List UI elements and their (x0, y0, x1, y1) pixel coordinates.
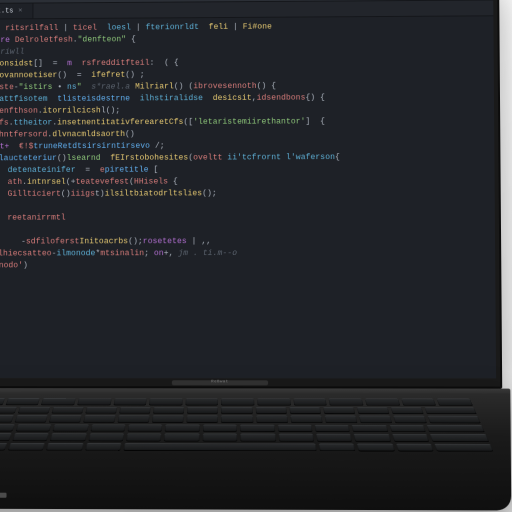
ports (0, 493, 16, 501)
keyboard (0, 398, 494, 451)
scene: Rosoalite Vilderitstloitdenosenls ⋯ riet… (0, 0, 512, 512)
editor-screen: Rosoalite Vilderitstloitdenosenls ⋯ riet… (0, 0, 496, 378)
code-area[interactable]: set ritsrilfall | ticel loesl | fterionr… (0, 16, 496, 378)
port-icon (0, 493, 7, 498)
editor-surface[interactable]: 123456789101112131415161718192021 set ri… (0, 16, 496, 378)
laptop-base (0, 388, 511, 510)
tab-label: rietriellt.ts (0, 7, 13, 15)
close-icon[interactable]: × (18, 7, 22, 15)
laptop: Rosoalite Vilderitstloitdenosenls ⋯ riet… (0, 0, 512, 512)
brand-label: ReBwat (172, 380, 268, 385)
screen-bezel: Rosoalite Vilderitstloitdenosenls ⋯ riet… (0, 0, 502, 389)
tab-file-0[interactable]: rietriellt.ts × (0, 4, 33, 19)
